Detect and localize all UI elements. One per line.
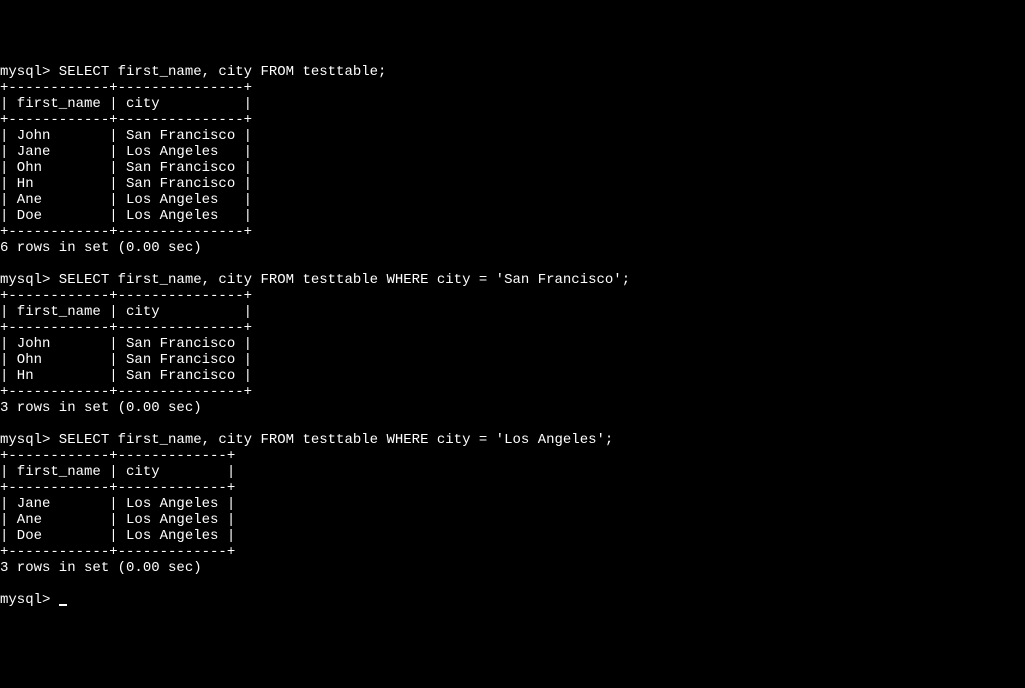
mysql-terminal[interactable]: mysql> SELECT first_name, city FROM test… [0,64,1025,608]
cursor [59,604,67,606]
prompt: mysql> [0,592,59,608]
terminal-output: mysql> SELECT first_name, city FROM test… [0,64,630,576]
